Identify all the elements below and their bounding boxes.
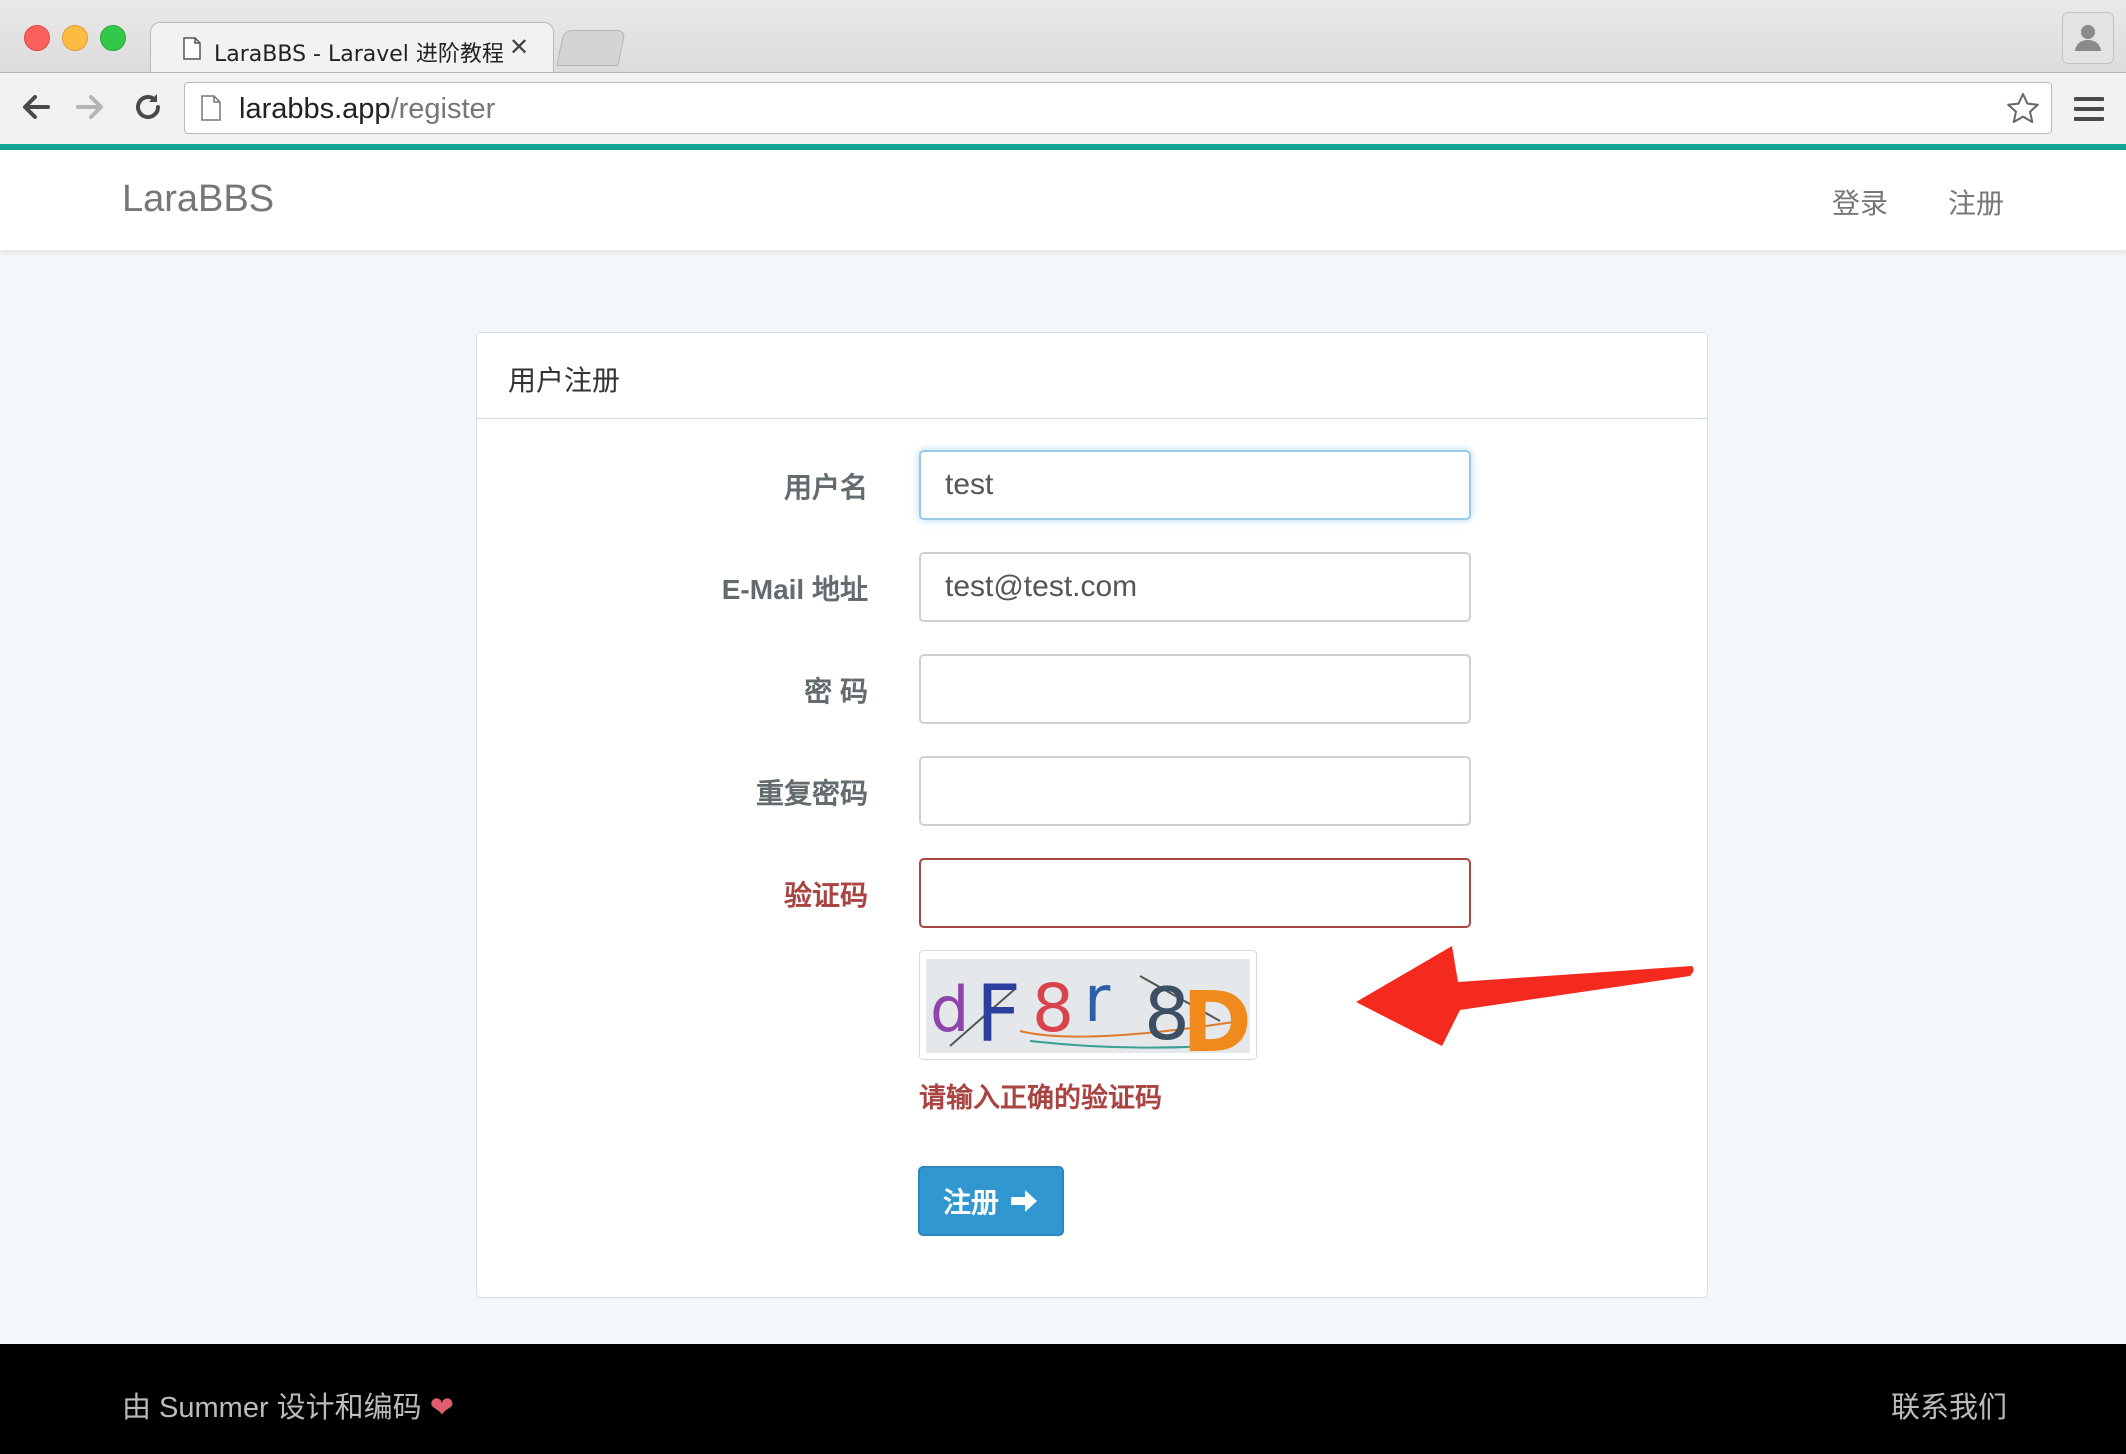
password-confirm-label: 重复密码 bbox=[755, 778, 868, 809]
register-link[interactable]: 注册 bbox=[1948, 182, 2004, 222]
site-footer: 由 Summer 设计和编码 ❤ 联系我们 bbox=[0, 1344, 2126, 1454]
page-icon bbox=[201, 95, 221, 121]
url-path: /register bbox=[390, 93, 496, 125]
card-header: 用户注册 bbox=[477, 333, 1707, 419]
forward-arrow-icon[interactable] bbox=[72, 89, 108, 125]
captcha-input[interactable] bbox=[919, 858, 1471, 928]
captcha-char: F bbox=[976, 970, 1021, 1059]
username-label: 用户名 bbox=[783, 472, 868, 503]
captcha-char: D bbox=[1182, 973, 1252, 1059]
maximize-window-button[interactable] bbox=[100, 25, 126, 51]
browser-tab-active[interactable]: LaraBBS - Laravel 进阶教程 ✕ bbox=[150, 22, 554, 75]
browser-toolbar: larabbs.app/register bbox=[0, 72, 2126, 145]
tab-title: LaraBBS - Laravel 进阶教程 bbox=[214, 42, 504, 67]
contact-us-link[interactable]: 联系我们 bbox=[1891, 1384, 2007, 1426]
captcha-char: d bbox=[930, 973, 969, 1046]
submit-label: 注册 bbox=[942, 1187, 999, 1218]
bookmark-star-icon[interactable] bbox=[2005, 91, 2041, 127]
footer-credit-text: 由 Summer 设计和编码 bbox=[122, 1392, 422, 1424]
hamburger-menu-icon[interactable] bbox=[2074, 95, 2104, 123]
url-host: larabbs.app bbox=[239, 93, 391, 125]
site-navbar: LaraBBS 登录 注册 bbox=[0, 150, 2126, 250]
new-tab-button[interactable] bbox=[556, 30, 626, 66]
password-label: 密 码 bbox=[804, 676, 868, 707]
username-input[interactable] bbox=[919, 450, 1471, 520]
address-bar[interactable]: larabbs.app/register bbox=[184, 82, 2052, 134]
footer-credit: 由 Summer 设计和编码 ❤ bbox=[122, 1384, 454, 1426]
annotation-arrow-icon bbox=[1356, 946, 1694, 1046]
profile-button[interactable] bbox=[2062, 12, 2114, 64]
captcha-image[interactable]: d F 8 r 8 D bbox=[919, 950, 1257, 1071]
page-icon bbox=[183, 37, 201, 60]
close-window-button[interactable] bbox=[24, 25, 50, 51]
captcha-error-message: 请输入正确的验证码 bbox=[919, 1083, 1162, 1113]
minimize-window-button[interactable] bbox=[62, 25, 88, 51]
brand-logo-link[interactable]: LaraBBS bbox=[122, 178, 274, 221]
arrow-right-icon bbox=[1011, 1190, 1037, 1212]
password-input[interactable] bbox=[919, 654, 1471, 724]
register-submit-button[interactable]: 注册 bbox=[918, 1166, 1064, 1236]
back-arrow-icon[interactable] bbox=[18, 89, 54, 125]
captcha-label: 验证码 bbox=[783, 880, 868, 911]
reload-icon[interactable] bbox=[130, 89, 166, 125]
password-confirm-input[interactable] bbox=[919, 756, 1471, 826]
email-label: E-Mail 地址 bbox=[721, 574, 868, 605]
captcha-graphic: d F 8 r 8 D bbox=[926, 959, 1252, 1071]
login-link[interactable]: 登录 bbox=[1832, 182, 1888, 222]
email-input[interactable] bbox=[919, 552, 1471, 622]
card-title: 用户注册 bbox=[508, 365, 621, 396]
browser-title-bar: LaraBBS - Laravel 进阶教程 ✕ bbox=[0, 0, 2126, 75]
person-icon bbox=[2075, 25, 2101, 51]
heart-icon: ❤ bbox=[429, 1392, 454, 1424]
url-text: larabbs.app/register bbox=[239, 93, 495, 126]
captcha-char: r bbox=[1084, 963, 1111, 1037]
tab-close-icon[interactable]: ✕ bbox=[509, 33, 529, 62]
captcha-char: 8 bbox=[1032, 970, 1074, 1047]
